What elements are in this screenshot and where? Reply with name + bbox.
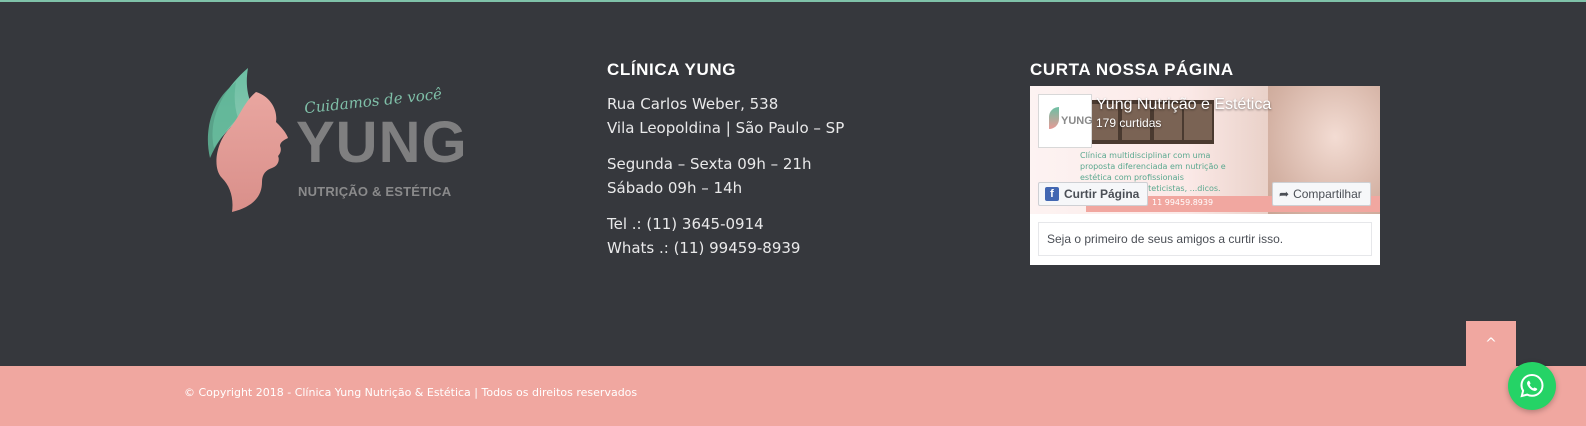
like-page-button[interactable]: f Curtir Página	[1038, 182, 1149, 206]
copyright-bar: © Copyright 2018 - Clínica Yung Nutrição…	[0, 366, 1586, 426]
whatsapp-link[interactable]: Whats .: (11) 99459-8939	[607, 236, 844, 260]
phone-link[interactable]: Tel .: (11) 3645-0914	[607, 212, 844, 236]
profile-wordmark: YUNG	[1061, 115, 1093, 127]
whatsapp-icon	[1520, 373, 1544, 398]
logo[interactable]: Cuidamos de você YUNG NUTRIÇÃO & ESTÉTIC…	[200, 62, 467, 222]
leaf-icon	[1049, 107, 1059, 129]
address-line1: Rua Carlos Weber, 538	[607, 95, 779, 113]
hours-weekday: Segunda – Sexta 09h – 21h	[607, 155, 812, 173]
like-page-label: Curtir Página	[1064, 187, 1140, 201]
whatsapp-button[interactable]	[1508, 362, 1556, 410]
address-line2: Vila Leopoldina | São Paulo – SP	[607, 119, 845, 137]
facebook-section: CURTA NOSSA PÁGINA Clínica multidiscipli…	[1030, 60, 1380, 265]
clinic-info: CLÍNICA YUNG Rua Carlos Weber, 538 Vila …	[607, 60, 844, 260]
clinic-title: CLÍNICA YUNG	[607, 60, 737, 79]
facebook-profile-picture[interactable]: YUNG	[1038, 94, 1093, 148]
hours-block: Segunda – Sexta 09h – 21h Sábado 09h – 1…	[607, 152, 844, 200]
chevron-up-icon: ^	[1485, 336, 1497, 352]
facebook-icon: f	[1045, 187, 1059, 201]
facebook-title: CURTA NOSSA PÁGINA	[1030, 60, 1234, 79]
address-block: Rua Carlos Weber, 538 Vila Leopoldina | …	[607, 92, 844, 140]
share-arrow-icon: ➦	[1279, 187, 1290, 201]
share-button[interactable]: ➦ Compartilhar	[1272, 182, 1371, 206]
hours-saturday: Sábado 09h – 14h	[607, 179, 743, 197]
facebook-likes-count: 179 curtidas	[1096, 116, 1162, 130]
logo-wordmark: YUNG	[296, 110, 468, 175]
cover-phone: 11 99459.8939	[1152, 198, 1214, 207]
logo-subtitle: NUTRIÇÃO & ESTÉTICA	[298, 184, 452, 199]
facebook-page-plugin[interactable]: Clínica multidisciplinar com uma propost…	[1030, 86, 1380, 265]
back-to-top-button[interactable]: ^	[1466, 321, 1516, 367]
facebook-page-name[interactable]: Yung Nutrição e Estética	[1096, 96, 1271, 114]
friends-like-text: Seja o primeiro de seus amigos a curtir …	[1038, 222, 1372, 256]
contact-block: Tel .: (11) 3645-0914 Whats .: (11) 9945…	[607, 212, 844, 260]
share-label: Compartilhar	[1293, 187, 1362, 201]
copyright-text: © Copyright 2018 - Clínica Yung Nutrição…	[184, 386, 638, 399]
